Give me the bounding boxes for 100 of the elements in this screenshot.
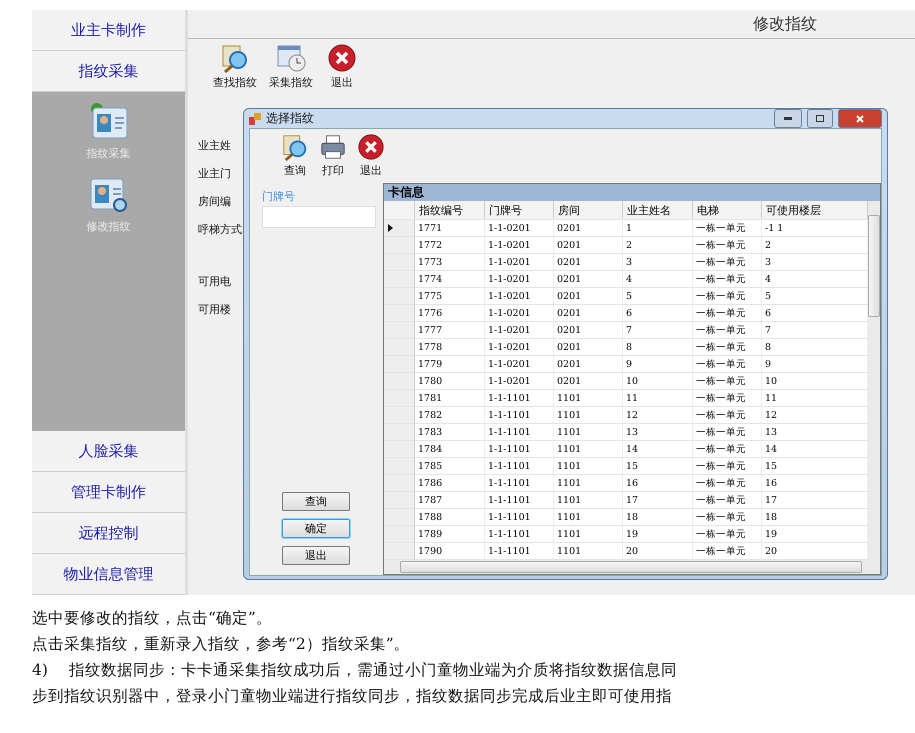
table-cell: 一栋一单元: [693, 458, 762, 474]
field-label: 门牌号: [262, 189, 296, 204]
table-cell: 1-1-1101: [485, 475, 554, 491]
table-cell: 一栋一单元: [693, 407, 762, 423]
table-cell: 4: [623, 271, 693, 287]
table-cell: 一栋一单元: [693, 424, 762, 440]
table-cell: 0201: [554, 288, 623, 304]
table-cell: 1101: [554, 424, 623, 440]
table-cell: 1101: [554, 526, 623, 542]
table-cell: 1780: [415, 373, 485, 389]
table-cell: 11: [623, 390, 693, 406]
table-cell: 1101: [554, 475, 623, 491]
table-cell: 1771: [415, 220, 485, 236]
table-cell: 1784: [415, 441, 485, 457]
toolbar-button[interactable]: 退出: [360, 163, 382, 178]
dialog-title: 选择指纹: [266, 110, 315, 127]
maximize-button[interactable]: [807, 109, 833, 128]
table-cell: 一栋一单元: [693, 254, 762, 270]
table-cell: 一栋一单元: [693, 492, 762, 508]
column-header[interactable]: 可使用楼层: [762, 201, 868, 219]
table-cell: 2: [623, 237, 693, 253]
column-header[interactable]: 门牌号: [485, 201, 554, 219]
minimize-button[interactable]: [774, 109, 802, 128]
form-label: 可用楼: [198, 302, 231, 318]
scrollbar[interactable]: [868, 201, 880, 560]
table-cell: 1772: [415, 237, 485, 253]
table-cell: 一栋一单元: [693, 237, 762, 253]
table-cell: 1779: [415, 356, 485, 372]
table-cell: 1788: [415, 509, 485, 525]
toolbar-button[interactable]: 采集指纹: [269, 75, 313, 90]
close-icon: [327, 43, 357, 73]
table-cell: 0201: [554, 220, 623, 236]
table-cell: 1101: [554, 441, 623, 457]
table-cell: 1-1-1101: [485, 390, 554, 406]
table-cell: 0201: [554, 254, 623, 270]
column-header[interactable]: 电梯: [693, 201, 762, 219]
table-cell: 一栋一单元: [693, 220, 762, 236]
table-cell: 1-1-0201: [485, 254, 554, 270]
table-cell: 1101: [554, 390, 623, 406]
minimize-icon: [784, 117, 792, 120]
body-text: 选中要修改的指纹，点击“确定”。: [32, 608, 273, 629]
table-cell: 一栋一单元: [693, 305, 762, 321]
sidebar-item[interactable]: 指纹采集: [32, 51, 185, 92]
toolbar-button[interactable]: 退出: [331, 75, 353, 90]
table-cell: 0201: [554, 322, 623, 338]
dialog-button[interactable]: 退出: [282, 546, 350, 565]
table-cell: 1790: [415, 543, 485, 559]
table-cell: 一栋一单元: [693, 271, 762, 287]
input-field[interactable]: [262, 206, 376, 228]
table-cell: 1-1-0201: [485, 305, 554, 321]
table-cell: 1-1-0201: [485, 373, 554, 389]
toolbar-button[interactable]: 查找指纹: [213, 75, 257, 90]
row-header[interactable]: [384, 220, 415, 236]
close-button[interactable]: [838, 109, 882, 128]
table-cell: 1101: [554, 492, 623, 508]
table-cell: 8: [623, 339, 693, 355]
window-icon: [249, 112, 261, 124]
table-cell: 19: [623, 526, 693, 542]
table-cell: 1-1-1101: [485, 526, 554, 542]
table-cell: 一栋一单元: [693, 475, 762, 491]
table-cell: 1: [623, 220, 693, 236]
table-cell: 1101: [554, 543, 623, 559]
column-header[interactable]: 房间: [554, 201, 623, 219]
table-cell: 1774: [415, 271, 485, 287]
magnifier-clipboard-icon: [220, 43, 250, 73]
table-cell: 一栋一单元: [693, 356, 762, 372]
table-cell: 0201: [554, 271, 623, 287]
dialog-button[interactable]: 查询: [282, 492, 350, 511]
table-cell: 5: [623, 288, 693, 304]
table-cell: 1773: [415, 254, 485, 270]
form-label: 业主门: [198, 166, 231, 182]
dialog-button[interactable]: 确定: [282, 519, 350, 538]
table-cell: 1-1-0201: [485, 322, 554, 338]
table-cell: 6: [623, 305, 693, 321]
form-label: 可用电: [198, 274, 231, 290]
calendar-clock-icon: [276, 43, 306, 73]
sidebar-item[interactable]: 人脸采集: [32, 431, 185, 472]
table-cell: 1777: [415, 322, 485, 338]
table-cell: 1-1-0201: [485, 237, 554, 253]
table-cell: 1-1-0201: [485, 271, 554, 287]
table-cell: 一栋一单元: [693, 288, 762, 304]
toolbar-button[interactable]: 查询: [284, 163, 306, 178]
table-cell: 1-1-1101: [485, 424, 554, 440]
table-cell: 1-1-1101: [485, 458, 554, 474]
table-cell: 1787: [415, 492, 485, 508]
scrollbar[interactable]: [384, 560, 880, 574]
toolbar-button[interactable]: 打印: [322, 163, 344, 178]
sidebar-item[interactable]: 管理卡制作: [32, 472, 185, 513]
column-header[interactable]: 指纹编号: [415, 201, 485, 219]
sidebar-item[interactable]: 远程控制: [32, 513, 185, 554]
table-cell: 1101: [554, 509, 623, 525]
table-cell: 1778: [415, 339, 485, 355]
sidebar-item[interactable]: 业主卡制作: [32, 10, 185, 51]
column-header[interactable]: 业主姓名: [623, 201, 693, 219]
table-cell: 0201: [554, 237, 623, 253]
table-cell: 1-1-1101: [485, 492, 554, 508]
sidebar-item[interactable]: 物业信息管理: [32, 554, 185, 595]
form-label: 业主姓: [198, 138, 231, 154]
table-cell: 9: [623, 356, 693, 372]
table-cell: 1782: [415, 407, 485, 423]
